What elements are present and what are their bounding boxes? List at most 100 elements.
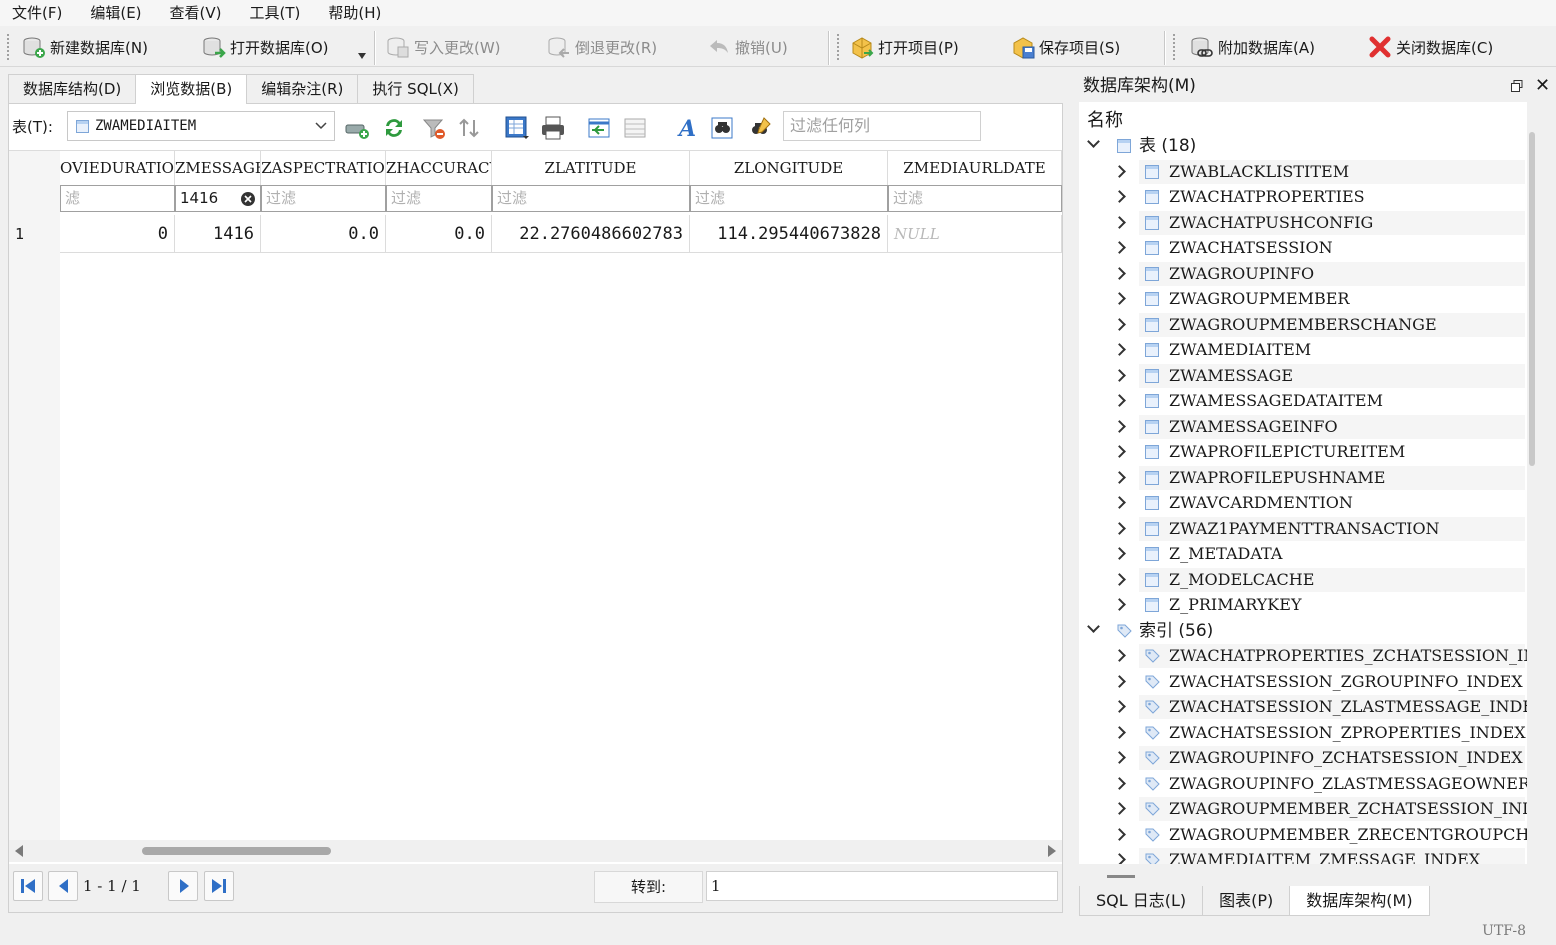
chevron-right-icon[interactable]: [1113, 547, 1126, 560]
find-replace-icon[interactable]: [746, 114, 774, 142]
goto-input[interactable]: 1: [706, 871, 1058, 901]
open-project-button[interactable]: 打开项目(P): [850, 33, 959, 61]
scroll-right-icon[interactable]: [1048, 845, 1056, 857]
table-cell[interactable]: 1416: [175, 215, 261, 253]
chevron-down-icon[interactable]: [1087, 619, 1100, 633]
previous-page-button[interactable]: [48, 871, 78, 901]
tree-item-index[interactable]: ZWACHATSESSION_ZGROUPINFO_INDEX: [1079, 670, 1527, 694]
tab-edit-pragmas[interactable]: 编辑杂注(R): [246, 74, 359, 103]
tree-item-index[interactable]: ZWAGROUPMEMBER_ZCHATSESSION_INDEX: [1079, 797, 1527, 821]
column-header-zhaccuracy[interactable]: ZHACCURACY: [386, 151, 492, 185]
chevron-right-icon[interactable]: [1113, 241, 1126, 254]
open-database-button[interactable]: 打开数据库(O): [202, 33, 329, 61]
tree-item-table[interactable]: ZWAMESSAGEINFO: [1079, 415, 1527, 439]
chevron-right-icon[interactable]: [1113, 419, 1126, 433]
table-view-icon[interactable]: [622, 114, 650, 142]
chevron-right-icon[interactable]: [1113, 343, 1126, 356]
menu-tools[interactable]: 工具(T): [242, 0, 309, 26]
chevron-right-icon[interactable]: [1113, 470, 1126, 484]
save-project-button[interactable]: 保存项目(S): [1011, 33, 1120, 61]
next-page-button[interactable]: [168, 871, 198, 901]
horizontal-scrollbar-thumb[interactable]: [1107, 875, 1135, 878]
goto-button[interactable]: 转到:: [594, 871, 703, 903]
tab-db-schema[interactable]: 数据库架构(M): [1289, 886, 1430, 916]
tree-group-tables[interactable]: 表 (18): [1079, 134, 1519, 158]
table-cell[interactable]: 0.0: [386, 215, 492, 253]
chevron-right-icon[interactable]: [1113, 751, 1126, 764]
chevron-right-icon[interactable]: [1113, 827, 1126, 841]
chevron-right-icon[interactable]: [1113, 725, 1126, 739]
horizontal-scrollbar[interactable]: [9, 840, 1062, 862]
tree-item-table[interactable]: ZWAGROUPMEMBER: [1079, 287, 1527, 311]
tree-item-table[interactable]: ZWAGROUPMEMBERSCHANGE: [1079, 313, 1527, 337]
write-changes-button[interactable]: 写入更改(W): [386, 33, 501, 61]
table-select[interactable]: ZWAMEDIAITEM: [67, 111, 335, 141]
column-header-zmediaurldate[interactable]: ZMEDIAURLDATE: [888, 151, 1062, 185]
column-header-zaspectratio[interactable]: ZASPECTRATIO: [261, 151, 386, 185]
tree-item-table[interactable]: ZWAMEDIAITEM: [1079, 338, 1527, 362]
tree-item-table[interactable]: ZWACHATSESSION: [1079, 236, 1527, 260]
table-cell[interactable]: 22.2760486602783: [492, 215, 690, 253]
chevron-right-icon[interactable]: [1113, 215, 1126, 229]
column-filter-zmessage[interactable]: 1416: [175, 185, 261, 212]
chevron-right-icon[interactable]: [1113, 164, 1126, 178]
row-number[interactable]: 1: [15, 225, 24, 243]
chevron-right-icon[interactable]: [1113, 776, 1126, 790]
new-database-button[interactable]: 新建数据库(N): [22, 33, 148, 61]
tree-item-index[interactable]: ZWACHATPROPERTIES_ZCHATSESSION_INDEX: [1079, 644, 1527, 668]
tree-item-index[interactable]: ZWACHATSESSION_ZPROPERTIES_INDEX: [1079, 721, 1527, 745]
tab-plot[interactable]: 图表(P): [1202, 886, 1291, 916]
column-filter-zlatitude[interactable]: 过滤: [492, 185, 690, 212]
table-cell-null[interactable]: NULL: [888, 215, 1062, 253]
tree-item-table[interactable]: Z_MODELCACHE: [1079, 568, 1527, 592]
tree-item-table[interactable]: ZWAZ1PAYMENTTRANSACTION: [1079, 517, 1527, 541]
chevron-right-icon[interactable]: [1113, 394, 1126, 407]
column-header-oviedurations[interactable]: OVIEDURATION: [60, 151, 175, 185]
first-page-button[interactable]: [13, 871, 43, 901]
clear-sorting-icon[interactable]: [456, 114, 484, 142]
text-format-icon[interactable]: A: [673, 114, 701, 142]
column-filter-oviedurations[interactable]: 滤: [60, 185, 175, 212]
table-cell[interactable]: 0: [60, 215, 175, 253]
tree-group-indexes[interactable]: 索引 (56): [1079, 619, 1519, 643]
chevron-right-icon[interactable]: [1113, 598, 1126, 611]
tab-sql-log[interactable]: SQL 日志(L): [1079, 886, 1204, 916]
print-icon[interactable]: [539, 114, 567, 142]
tree-item-table[interactable]: ZWACHATPUSHCONFIG: [1079, 211, 1527, 235]
chevron-right-icon[interactable]: [1113, 266, 1126, 280]
tree-item-table[interactable]: Z_PRIMARYKEY: [1079, 593, 1527, 617]
column-filter-zaspectratio[interactable]: 过滤: [261, 185, 386, 212]
toolbar-grip[interactable]: [1172, 33, 1176, 61]
chevron-right-icon[interactable]: [1113, 700, 1126, 713]
save-table-icon[interactable]: [503, 114, 531, 142]
tab-database-structure[interactable]: 数据库结构(D): [8, 74, 137, 103]
tree-item-table[interactable]: ZWAMESSAGE: [1079, 364, 1527, 388]
close-database-button[interactable]: 关闭数据库(C): [1368, 33, 1493, 61]
chevron-right-icon[interactable]: [1113, 572, 1126, 586]
tree-item-table[interactable]: ZWAPROFILEPUSHNAME: [1079, 466, 1527, 490]
tree-item-table[interactable]: ZWAMESSAGEDATAITEM: [1079, 389, 1527, 413]
toolbar-grip[interactable]: [6, 33, 10, 61]
undo-button[interactable]: 撤销(U): [707, 33, 788, 61]
tree-item-index[interactable]: ZWACHATSESSION_ZLASTMESSAGE_INDEX: [1079, 695, 1527, 719]
scrollbar-thumb[interactable]: [142, 847, 331, 855]
column-header-zlatitude[interactable]: ZLATITUDE: [492, 151, 690, 185]
find-icon[interactable]: [708, 114, 736, 142]
chevron-right-icon[interactable]: [1113, 802, 1126, 815]
tree-item-index[interactable]: ZWAGROUPINFO_ZCHATSESSION_INDEX: [1079, 746, 1527, 770]
tree-item-table[interactable]: ZWABLACKLISTITEM: [1079, 160, 1527, 184]
chevron-right-icon[interactable]: [1113, 317, 1126, 331]
chevron-down-icon[interactable]: [1087, 135, 1100, 148]
column-filter-zhaccuracy[interactable]: 过滤: [386, 185, 492, 212]
refresh-icon[interactable]: [380, 114, 408, 142]
close-panel-icon[interactable]: ✕: [1535, 76, 1550, 96]
tree-item-index[interactable]: ZWAGROUPMEMBER_ZRECENTGROUPCHAT_INDEX: [1079, 823, 1527, 847]
column-header-zlongitude[interactable]: ZLONGITUDE: [690, 151, 888, 185]
toolbar-grip[interactable]: [836, 33, 840, 61]
chevron-right-icon[interactable]: [1113, 649, 1126, 662]
tree-item-index[interactable]: ZWAGROUPINFO_ZLASTMESSAGEOWNER_INDEX: [1079, 772, 1527, 796]
revert-changes-button[interactable]: 倒退更改(R): [547, 33, 657, 61]
chevron-right-icon[interactable]: [1113, 674, 1126, 688]
column-header-zmessage[interactable]: ZMESSAGE: [175, 151, 261, 185]
chevron-right-icon[interactable]: [1113, 445, 1126, 458]
